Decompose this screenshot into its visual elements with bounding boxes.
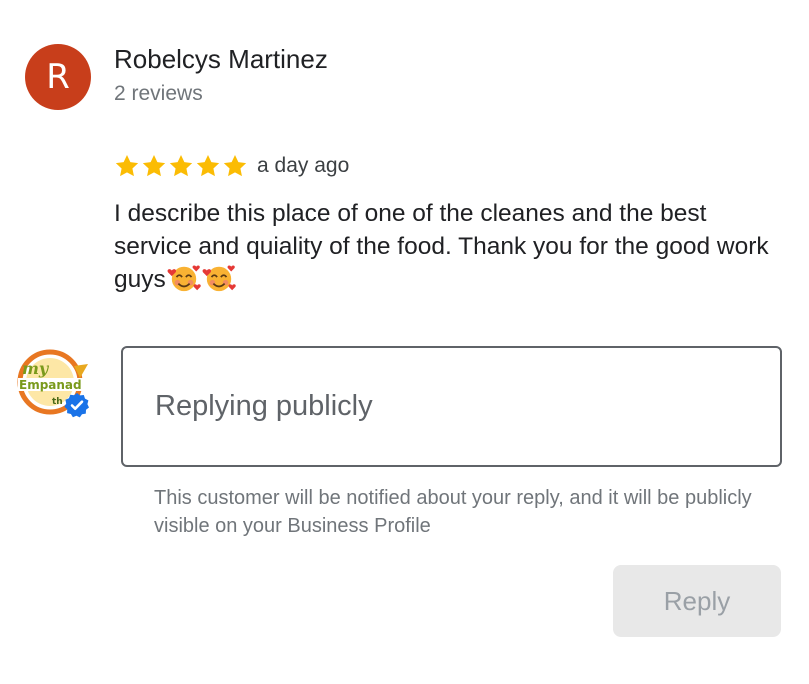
star-icon bbox=[196, 154, 220, 177]
reviewer-avatar[interactable]: R bbox=[25, 44, 91, 110]
review-text: I describe this place of one of the clea… bbox=[114, 197, 784, 296]
review-time: a day ago bbox=[257, 154, 350, 177]
review-count: 2 reviews bbox=[114, 82, 203, 105]
star-icon bbox=[142, 154, 166, 177]
star-icon bbox=[115, 154, 139, 177]
reply-button[interactable]: Reply bbox=[613, 565, 781, 637]
star-icon bbox=[169, 154, 193, 177]
reply-input[interactable] bbox=[121, 346, 782, 467]
smiling-face-with-hearts-icon bbox=[202, 265, 236, 292]
reviewer-name[interactable]: Robelcys Martinez bbox=[114, 44, 328, 75]
verified-badge-icon bbox=[64, 393, 89, 418]
logo-text-top: my bbox=[22, 359, 50, 378]
star-icon bbox=[223, 154, 247, 177]
smiling-face-with-hearts-icon bbox=[167, 265, 201, 292]
reply-notice: This customer will be notified about you… bbox=[154, 487, 752, 537]
business-owner-avatar: my Empanad th bbox=[16, 348, 96, 420]
rating-row: a day ago bbox=[114, 150, 349, 182]
star-rating bbox=[114, 153, 249, 179]
logo-text-mid: Empanad bbox=[19, 378, 82, 392]
logo-text-bottom: th bbox=[52, 397, 63, 407]
avatar-letter: R bbox=[46, 57, 70, 97]
